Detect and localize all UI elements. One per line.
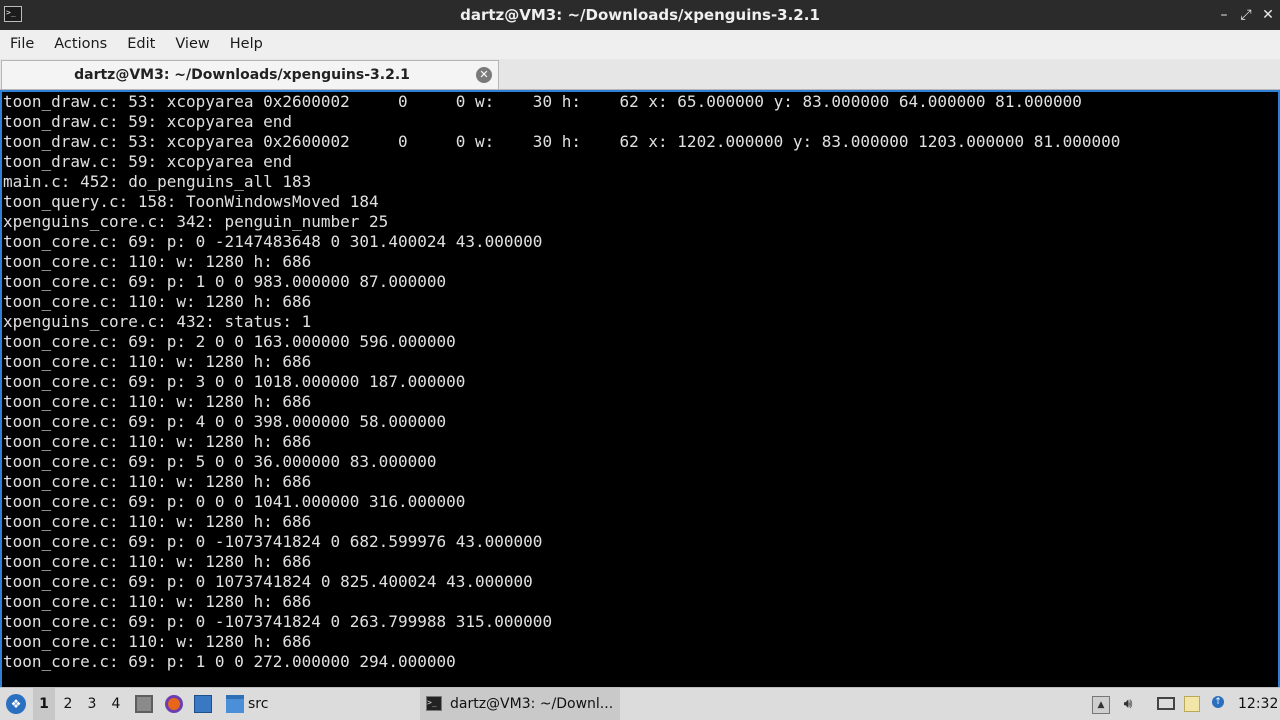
terminal-line: toon_draw.c: 53: xcopyarea 0x2600002 0 0… (3, 132, 1121, 151)
workspace-3[interactable]: 3 (81, 688, 103, 720)
window-title: dartz@VM3: ~/Downloads/xpenguins-3.2.1 (460, 6, 820, 24)
terminal-line: toon_core.c: 69: p: 0 0 0 1041.000000 31… (3, 492, 466, 511)
menu-bar: File Actions Edit View Help (0, 30, 1280, 59)
clock[interactable]: 12:32 (1238, 688, 1278, 720)
terminal-line: main.c: 452: do_penguins_all 183 (3, 172, 312, 191)
terminal-lines: toon_draw.c: 53: xcopyarea 0x2600002 0 0… (3, 92, 1120, 672)
terminal-line: toon_core.c: 69: p: 5 0 0 36.000000 83.0… (3, 452, 437, 471)
terminal-tab[interactable]: dartz@VM3: ~/Downloads/xpenguins-3.2.1 ✕ (1, 60, 499, 89)
tab-close-icon[interactable]: ✕ (476, 67, 492, 83)
workspace-4[interactable]: 4 (105, 688, 127, 720)
terminal-line: toon_draw.c: 59: xcopyarea end (3, 152, 292, 171)
terminal-line: toon_core.c: 69: p: 3 0 0 1018.000000 18… (3, 372, 466, 391)
terminal-line: toon_core.c: 69: p: 0 1073741824 0 825.4… (3, 572, 533, 591)
minimize-button[interactable]: – (1214, 5, 1234, 25)
terminal-line: toon_core.c: 69: p: 0 -2147483648 0 301.… (3, 232, 543, 251)
tab-label: dartz@VM3: ~/Downloads/xpenguins-3.2.1 (74, 67, 410, 83)
updates-icon[interactable]: ↑ (1212, 696, 1224, 708)
clipboard-icon[interactable] (1184, 696, 1200, 712)
terminal-line: xpenguins_core.c: 432: status: 1 (3, 312, 312, 331)
tray-arrow-icon[interactable]: ▲ (1092, 696, 1110, 714)
terminal-line: toon_core.c: 69: p: 1 0 0 983.000000 87.… (3, 272, 447, 291)
menu-edit[interactable]: Edit (117, 30, 165, 59)
terminal-line: toon_core.c: 69: p: 0 -1073741824 0 682.… (3, 532, 543, 551)
tab-bar: dartz@VM3: ~/Downloads/xpenguins-3.2.1 ✕ (0, 59, 1280, 90)
folder-icon[interactable] (226, 695, 244, 713)
desktop-icon[interactable] (194, 695, 212, 713)
terminal-line: toon_draw.c: 59: xcopyarea end (3, 112, 292, 131)
terminal-line: toon_core.c: 69: p: 4 0 0 398.000000 58.… (3, 412, 447, 431)
terminal-line: toon_core.c: 110: w: 1280 h: 686 (3, 292, 312, 311)
folder-label[interactable]: src (248, 688, 268, 720)
terminal-line: toon_core.c: 110: w: 1280 h: 686 (3, 432, 312, 451)
workspace-1[interactable]: 1 (33, 688, 55, 720)
menu-help[interactable]: Help (220, 30, 273, 59)
terminal-line: toon_core.c: 110: w: 1280 h: 686 (3, 512, 312, 531)
taskbar: ❖ 1 2 3 4 src >_ dartz@VM3: ~/Downl... ▲… (0, 687, 1280, 720)
terminal-line: toon_core.c: 110: w: 1280 h: 686 (3, 552, 312, 571)
terminal-output[interactable]: toon_draw.c: 53: xcopyarea 0x2600002 0 0… (0, 90, 1280, 687)
firefox-icon[interactable] (165, 695, 183, 713)
terminal-line: toon_core.c: 69: p: 0 -1073741824 0 263.… (3, 612, 553, 631)
terminal-line: toon_core.c: 69: p: 1 0 0 272.000000 294… (3, 652, 456, 671)
menu-view[interactable]: View (165, 30, 219, 59)
terminal-task-icon: >_ (426, 696, 442, 711)
terminal-line: toon_core.c: 110: w: 1280 h: 686 (3, 632, 312, 651)
maximize-button[interactable]: ⤢ (1236, 5, 1256, 25)
terminal-line: toon_core.c: 110: w: 1280 h: 686 (3, 592, 312, 611)
menu-actions[interactable]: Actions (44, 30, 117, 59)
menu-file[interactable]: File (0, 30, 44, 59)
workspace-2[interactable]: 2 (57, 688, 79, 720)
terminal-line: toon_draw.c: 53: xcopyarea 0x2600002 0 0… (3, 92, 1082, 111)
close-window-button[interactable]: ✕ (1258, 5, 1278, 25)
terminal-line: toon_core.c: 110: w: 1280 h: 686 (3, 352, 312, 371)
terminal-line: toon_core.c: 110: w: 1280 h: 686 (3, 392, 312, 411)
terminal-line: toon_query.c: 158: ToonWindowsMoved 184 (3, 192, 379, 211)
title-bar: >_ dartz@VM3: ~/Downloads/xpenguins-3.2.… (0, 0, 1280, 30)
terminal-line: toon_core.c: 69: p: 2 0 0 163.000000 596… (3, 332, 456, 351)
task-label: dartz@VM3: ~/Downl... (450, 696, 614, 712)
terminal-line: toon_core.c: 110: w: 1280 h: 686 (3, 472, 312, 491)
network-icon[interactable] (1157, 697, 1175, 710)
file-manager-icon[interactable] (135, 695, 153, 713)
terminal-line: xpenguins_core.c: 342: penguin_number 25 (3, 212, 389, 231)
start-menu-icon[interactable]: ❖ (6, 694, 26, 714)
terminal-line: toon_core.c: 110: w: 1280 h: 686 (3, 252, 312, 271)
taskbar-terminal-task[interactable]: >_ dartz@VM3: ~/Downl... (420, 688, 620, 720)
volume-icon[interactable]: 🔊︎ (1120, 696, 1136, 712)
